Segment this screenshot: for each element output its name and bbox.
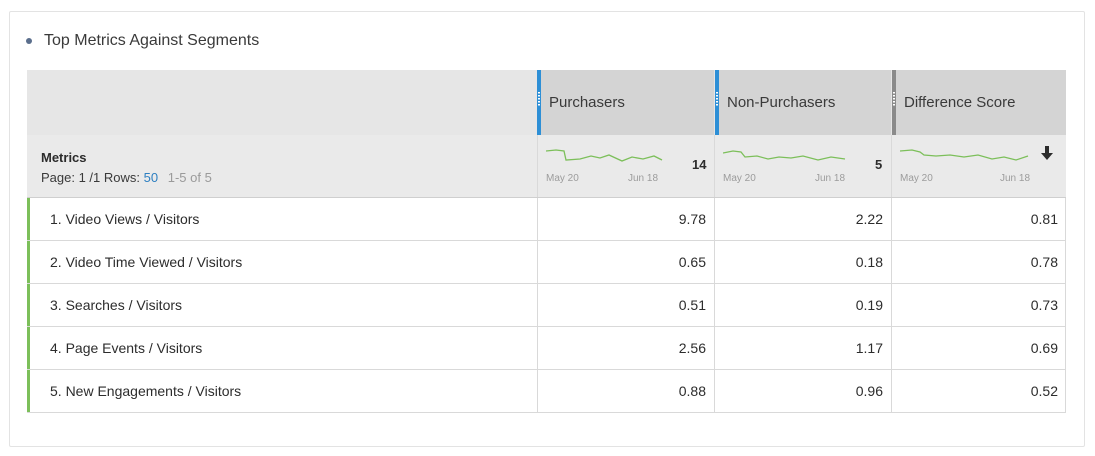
segment-total: 14 [692,157,707,172]
row-accent [27,370,30,412]
value-cell: 0.69 [1030,340,1058,356]
drag-handle-icon[interactable] [716,92,718,106]
value-cell: 0.78 [1030,254,1058,270]
value-cell: 0.81 [1030,211,1058,227]
sparkline-chart [546,149,663,162]
column-divider [537,198,538,412]
row-label: 1. Video Views / Visitors [50,211,200,227]
segment-header-non-purchasers[interactable]: Non-Purchasers [714,70,891,135]
segment-color-bar [537,70,541,135]
freeform-table: Purchasers Non-Purchasers Difference Sco… [27,70,1066,413]
column-divider [891,198,892,412]
value-cell: 1.17 [855,340,883,356]
rows-per-page-link[interactable]: 50 [144,170,158,185]
value-cell: 0.19 [855,297,883,313]
sort-descending-arrow-icon[interactable] [1040,145,1054,161]
sparkline-end-date: Jun 18 [628,173,659,184]
sparkline-cell-purchasers: May 20 Jun 18 14 [537,135,715,197]
value-cell: 0.52 [1030,383,1058,399]
pagination-info: Page: 1 /1 Rows: 50 1-5 of 5 [41,170,212,185]
sparkline-start-date: May 20 [900,173,933,184]
sparkline-end-date: Jun 18 [1000,173,1031,184]
sparkline-chart [900,149,1029,161]
table-row[interactable]: 4. Page Events / Visitors 2.56 1.17 0.69 [27,327,1066,370]
value-cell: 0.51 [678,297,706,313]
row-label: 2. Video Time Viewed / Visitors [50,254,243,270]
segment-label: Difference Score [904,94,1016,111]
sparkline-cell-non-purchasers: May 20 Jun 18 5 [714,135,892,197]
row-accent [27,198,30,240]
drag-handle-icon[interactable] [893,92,895,106]
drag-handle-icon[interactable] [538,92,540,106]
value-cell: 0.73 [1030,297,1058,313]
table-row[interactable]: 2. Video Time Viewed / Visitors 0.65 0.1… [27,241,1066,284]
sparkline-end-date: Jun 18 [815,173,846,184]
bullet-icon [26,38,32,44]
row-range-text: 1-5 of 5 [167,170,212,185]
value-cell: 0.88 [678,383,706,399]
metrics-column-label[interactable]: Metrics [41,150,87,165]
segment-label: Purchasers [549,94,625,111]
panel-title[interactable]: Top Metrics Against Segments [26,31,259,51]
sparkline-start-date: May 20 [546,173,579,184]
value-cell: 0.65 [678,254,706,270]
row-accent [27,284,30,326]
segment-header-difference-score[interactable]: Difference Score [891,70,1066,135]
column-divider [714,198,715,412]
segment-label: Non-Purchasers [727,94,836,111]
value-cell: 0.96 [855,383,883,399]
table-row[interactable]: 1. Video Views / Visitors 9.78 2.22 0.81 [27,198,1066,241]
page-text: Page: 1 /1 Rows: [41,170,140,185]
value-cell: 9.78 [678,211,706,227]
row-label: 5. New Engagements / Visitors [50,383,242,399]
row-label: 3. Searches / Visitors [50,297,183,313]
value-cell: 0.18 [855,254,883,270]
segment-header-row: Purchasers Non-Purchasers Difference Sco… [27,70,1066,135]
value-cell: 2.22 [855,211,883,227]
sparkline-start-date: May 20 [723,173,756,184]
segment-color-bar [892,70,896,135]
table-right-border [1065,198,1066,412]
row-accent [27,241,30,283]
panel-title-text: Top Metrics Against Segments [44,32,260,49]
segment-header-purchasers[interactable]: Purchasers [537,70,714,135]
sparkline-chart [723,150,846,161]
table-row[interactable]: 5. New Engagements / Visitors 0.88 0.96 … [27,370,1066,413]
row-label: 4. Page Events / Visitors [50,340,203,356]
sparkline-cell-difference-score: May 20 Jun 18 [891,135,1067,197]
value-cell: 2.56 [678,340,706,356]
row-accent [27,327,30,369]
table-row[interactable]: 3. Searches / Visitors 0.51 0.19 0.73 [27,284,1066,327]
segment-total: 5 [875,157,883,172]
segment-color-bar [715,70,719,135]
metrics-header-row: Metrics Page: 1 /1 Rows: 50 1-5 of 5 May… [27,135,1066,198]
